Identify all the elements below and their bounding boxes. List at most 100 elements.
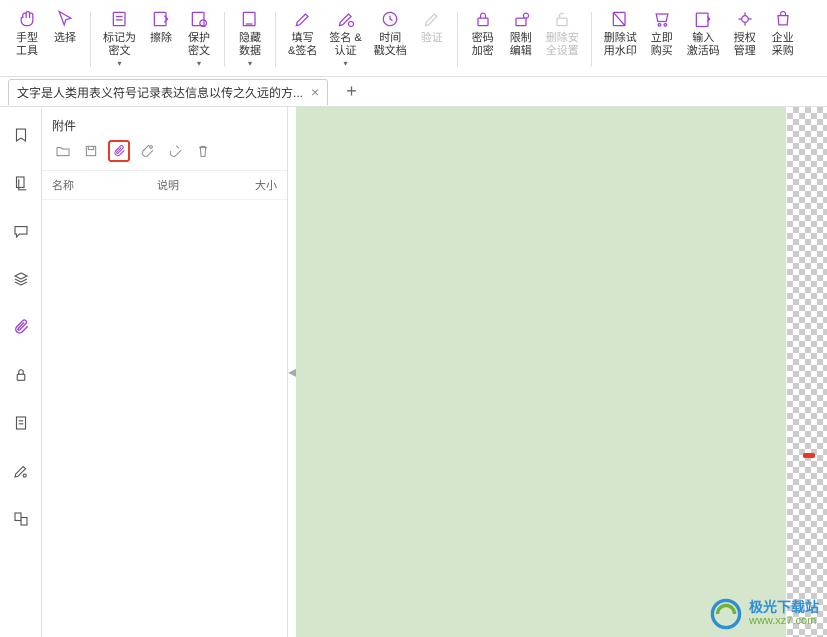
signature-icon (335, 8, 357, 30)
sign-cert-label: 签名 & 认证 (329, 32, 361, 58)
col-desc: 说明 (157, 177, 237, 193)
key-icon (692, 8, 714, 30)
auth-mgmt-label: 授权 管理 (734, 32, 756, 58)
buy-now-label: 立即 购买 (651, 32, 673, 58)
tab-bar: 文字是人类用表义符号记录表达信息以传之久远的方... × + (0, 77, 827, 107)
protect-redaction-label: 保护 密文 (188, 32, 210, 58)
watermark-url: www.xz7.com (749, 614, 819, 628)
auth-mgmt-button[interactable]: 授权 管理 (726, 4, 764, 62)
watermark-icon (609, 8, 631, 30)
delete-attachment-button[interactable] (192, 140, 214, 162)
hand-tool-label: 手型 工具 (16, 32, 38, 58)
edit-attachment-button[interactable] (164, 140, 186, 162)
tab-add-button[interactable]: + (346, 81, 357, 102)
document-canvas[interactable] (296, 107, 827, 637)
attachment-panel: 附件 名称 说明 大小 (42, 107, 288, 637)
erase-label: 擦除 (150, 32, 172, 45)
site-watermark: 极光下载站 www.xz7.com (709, 597, 819, 631)
protect-redaction-button[interactable]: 保护 密文 ▾ (180, 4, 218, 72)
chevron-down-icon: ▾ (248, 59, 252, 68)
compare-rail-button[interactable] (9, 507, 33, 531)
chevron-down-icon: ▾ (117, 59, 121, 68)
ribbon-toolbar: 手型 工具 选择 标记为 密文 ▾ 擦除 保护 密文 ▾ 隐藏 数据 ▾ (0, 0, 827, 77)
annotation-mark (803, 453, 815, 458)
enterprise-button[interactable]: 企业 采购 (764, 4, 802, 62)
separator (275, 12, 276, 67)
hide-data-button[interactable]: 隐藏 数据 ▾ (231, 4, 269, 72)
verify-button: 验证 (413, 4, 451, 49)
remove-watermark-button[interactable]: 删除试 用水印 (598, 4, 643, 62)
mark-redaction-button[interactable]: 标记为 密文 ▾ (97, 4, 142, 72)
comment-rail-button[interactable] (9, 219, 33, 243)
layers-rail-button[interactable] (9, 267, 33, 291)
clock-icon (379, 8, 401, 30)
protect-icon (188, 8, 210, 30)
tab-close-button[interactable]: × (311, 84, 319, 100)
watermark-title: 极光下载站 (749, 600, 819, 614)
select-tool-button[interactable]: 选择 (46, 4, 84, 49)
fill-sign-button[interactable]: 填写 &签名 (282, 4, 323, 62)
hide-data-icon (239, 8, 261, 30)
separator (457, 12, 458, 67)
attachment-rail-button[interactable] (9, 315, 33, 339)
page-content (296, 107, 786, 637)
restrict-icon (510, 8, 532, 30)
bookmark-rail-button[interactable] (9, 123, 33, 147)
separator (224, 12, 225, 67)
input-code-button[interactable]: 输入 激活码 (681, 4, 726, 62)
remove-security-button: 删除安 全设置 (540, 4, 585, 62)
restrict-edit-label: 限制 编辑 (510, 32, 532, 58)
left-rail (0, 107, 42, 637)
pen-icon (292, 8, 314, 30)
erase-icon (150, 8, 172, 30)
cursor-icon (54, 8, 76, 30)
verify-label: 验证 (421, 32, 443, 45)
pages-rail-button[interactable] (9, 171, 33, 195)
verify-icon (421, 8, 443, 30)
watermark-logo-icon (709, 597, 743, 631)
auth-icon (734, 8, 756, 30)
separator (90, 12, 91, 67)
sign-rail-button[interactable] (9, 459, 33, 483)
open-folder-button[interactable] (52, 140, 74, 162)
panel-resize-handle[interactable]: ◂ (288, 107, 296, 637)
enterprise-label: 企业 采购 (772, 32, 794, 58)
select-tool-label: 选择 (54, 32, 76, 45)
col-name: 名称 (52, 177, 157, 193)
restrict-edit-button[interactable]: 限制 编辑 (502, 4, 540, 62)
mark-redaction-label: 标记为 密文 (103, 32, 136, 58)
tab-title: 文字是人类用表义符号记录表达信息以传之久远的方... (17, 84, 303, 101)
document-tab[interactable]: 文字是人类用表义符号记录表达信息以传之久远的方... × (8, 79, 328, 105)
lock-icon (472, 8, 494, 30)
chevron-down-icon: ▾ (197, 59, 201, 68)
remove-watermark-label: 删除试 用水印 (604, 32, 637, 58)
hand-tool-button[interactable]: 手型 工具 (8, 4, 46, 62)
erase-button[interactable]: 擦除 (142, 4, 180, 49)
link-attachment-button[interactable] (136, 140, 158, 162)
attachment-list-header: 名称 说明 大小 (42, 171, 287, 200)
buy-now-button[interactable]: 立即 购买 (643, 4, 681, 62)
redact-mark-icon (109, 8, 131, 30)
add-attachment-button[interactable] (108, 140, 130, 162)
separator (591, 12, 592, 67)
hide-data-label: 隐藏 数据 (239, 32, 261, 58)
cart-icon (651, 8, 673, 30)
unlock-icon (551, 8, 573, 30)
timestamp-button[interactable]: 时间 戳文档 (368, 4, 413, 62)
pwd-encrypt-button[interactable]: 密码 加密 (464, 4, 502, 62)
bag-icon (772, 8, 794, 30)
security-rail-button[interactable] (9, 363, 33, 387)
save-button[interactable] (80, 140, 102, 162)
form-rail-button[interactable] (9, 411, 33, 435)
canvas-background (787, 107, 827, 637)
panel-toolbar (42, 140, 287, 171)
chevron-down-icon: ▾ (344, 59, 348, 68)
timestamp-label: 时间 戳文档 (374, 32, 407, 58)
fill-sign-label: 填写 &签名 (288, 32, 317, 58)
input-code-label: 输入 激活码 (687, 32, 720, 58)
col-size: 大小 (237, 177, 277, 193)
pwd-encrypt-label: 密码 加密 (472, 32, 494, 58)
panel-title: 附件 (42, 107, 287, 140)
remove-security-label: 删除安 全设置 (546, 32, 579, 58)
sign-cert-button[interactable]: 签名 & 认证 ▾ (323, 4, 367, 72)
